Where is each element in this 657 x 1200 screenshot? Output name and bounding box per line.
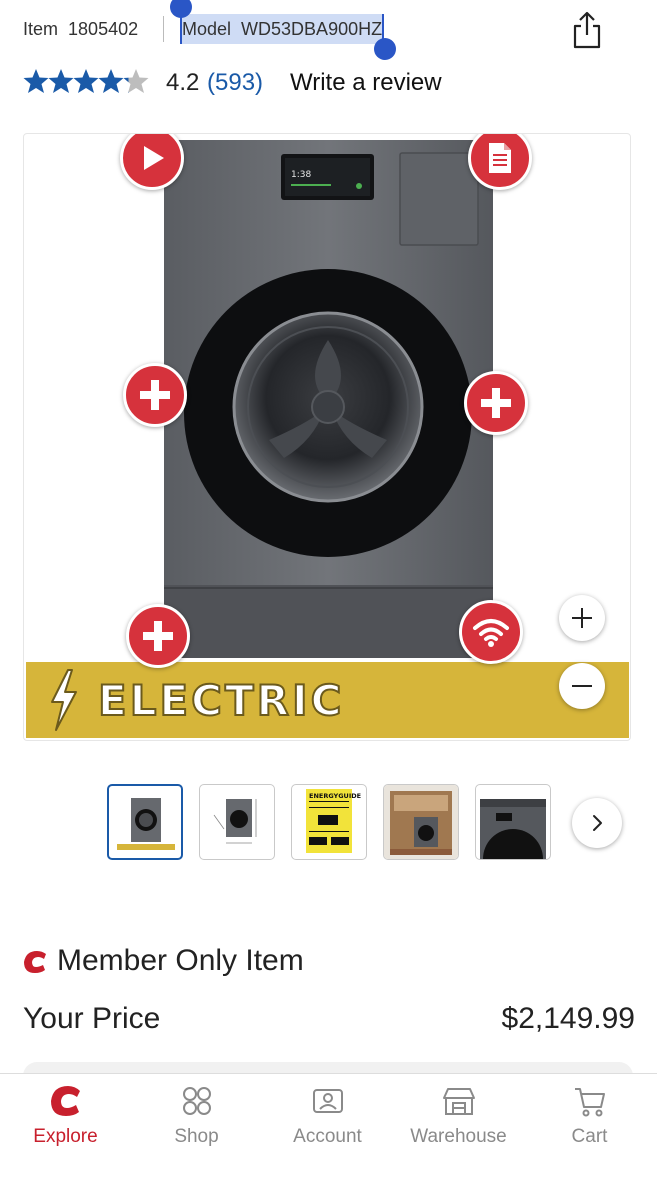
member-only-row: Member Only Item bbox=[23, 942, 623, 982]
washer-top-thumb-image bbox=[480, 799, 546, 859]
energy-guide-thumb-image: ENERGYGUIDE bbox=[306, 789, 361, 853]
wifi-hotspot[interactable] bbox=[459, 600, 523, 664]
tab-warehouse[interactable]: Warehouse bbox=[393, 1074, 524, 1174]
dimensions-thumb[interactable] bbox=[199, 784, 275, 860]
plus-icon bbox=[140, 380, 170, 410]
cart-icon bbox=[575, 1088, 605, 1117]
product-image-gallery[interactable]: 1:38 ELECTRIC bbox=[23, 133, 631, 741]
account-icon bbox=[313, 1089, 343, 1113]
selection-end-handle[interactable] bbox=[374, 38, 397, 60]
document-icon bbox=[489, 143, 511, 173]
review-count-link[interactable]: (593) bbox=[207, 69, 263, 97]
electric-banner: ELECTRIC bbox=[26, 662, 629, 738]
member-only-text: Member Only Item bbox=[57, 944, 304, 977]
zoom-out-icon bbox=[572, 685, 592, 687]
tab-shop[interactable]: Shop bbox=[131, 1074, 262, 1174]
product-header: Item 1805402 Model WD53DBA900HZ bbox=[0, 0, 657, 60]
star-icon bbox=[123, 69, 149, 93]
thumbnail-strip: ENERGYGUIDE bbox=[107, 784, 637, 862]
zoom-in-button[interactable] bbox=[559, 595, 605, 641]
selection-start-line bbox=[180, 14, 182, 44]
washer-product-image: 1:38 bbox=[164, 140, 493, 658]
washer-front-thumb[interactable] bbox=[107, 784, 183, 860]
energy-guide-thumb-label: ENERGYGUIDE bbox=[309, 792, 361, 800]
explore-icon bbox=[51, 1086, 80, 1116]
model-number[interactable]: Model WD53DBA900HZ bbox=[180, 14, 385, 44]
write-review-link[interactable]: Write a review bbox=[290, 69, 442, 97]
energy-guide-thumb[interactable]: ENERGYGUIDE bbox=[291, 784, 367, 860]
tab-account-label: Account bbox=[293, 1126, 362, 1147]
play-icon bbox=[144, 146, 164, 170]
model-number-selection[interactable]: Model WD53DBA900HZ bbox=[170, 0, 397, 60]
tab-cart[interactable]: Cart bbox=[524, 1074, 655, 1174]
model-number-value: WD53DBA900HZ bbox=[241, 19, 383, 39]
wifi-icon bbox=[473, 619, 509, 647]
item-label: Item bbox=[23, 19, 59, 39]
star-icon bbox=[98, 69, 124, 93]
tab-account[interactable]: Account bbox=[262, 1074, 393, 1174]
next-thumbnails-button[interactable] bbox=[572, 798, 622, 848]
zoom-out-button[interactable] bbox=[559, 663, 605, 709]
warehouse-icon bbox=[443, 1088, 475, 1115]
lifestyle-thumb[interactable] bbox=[383, 784, 459, 860]
tab-warehouse-label: Warehouse bbox=[410, 1126, 507, 1147]
item-number-value: 1805402 bbox=[68, 19, 139, 39]
rating-score: 4.2 bbox=[166, 69, 200, 96]
tab-cart-label: Cart bbox=[571, 1126, 608, 1147]
item-number: Item 1805402 bbox=[23, 19, 138, 40]
lifestyle-thumb-image bbox=[384, 785, 458, 859]
price-label: Your Price bbox=[23, 1002, 161, 1035]
dimensions-thumb-image bbox=[213, 799, 257, 844]
share-icon[interactable] bbox=[570, 10, 604, 50]
tab-explore-label: Explore bbox=[33, 1126, 98, 1147]
costco-c-logo-icon bbox=[24, 951, 46, 973]
electric-banner-text: ELECTRIC bbox=[97, 675, 345, 726]
shop-icon bbox=[183, 1087, 211, 1115]
chevron-right-icon bbox=[593, 815, 602, 831]
tab-shop-label: Shop bbox=[174, 1126, 219, 1147]
feature-hotspot-bottom[interactable] bbox=[126, 604, 190, 668]
document-hotspot[interactable] bbox=[468, 134, 532, 190]
header-divider bbox=[163, 16, 164, 42]
star-icon bbox=[23, 69, 49, 93]
plus-icon bbox=[143, 621, 173, 651]
zoom-in-icon bbox=[572, 608, 592, 628]
washer-front-thumb-image bbox=[117, 798, 175, 850]
tab-explore[interactable]: Explore bbox=[0, 1074, 131, 1174]
model-label: Model bbox=[182, 19, 232, 39]
price-row: Your Price $2,149.99 bbox=[23, 1000, 635, 1040]
plus-icon bbox=[481, 388, 511, 418]
star-icon bbox=[73, 69, 99, 93]
feature-hotspot-left[interactable] bbox=[123, 363, 187, 427]
star-icon bbox=[48, 69, 74, 93]
feature-hotspot-right[interactable] bbox=[464, 371, 528, 435]
rating-row: 4.2 (593) Write a review bbox=[23, 64, 643, 100]
price-value: $2,149.99 bbox=[501, 1002, 635, 1035]
lightning-bolt-icon bbox=[51, 669, 77, 731]
washer-top-thumb[interactable] bbox=[475, 784, 551, 860]
washer-display-time: 1:38 bbox=[291, 170, 311, 180]
bottom-tab-bar: Explore Shop Account Warehouse Cart bbox=[0, 1073, 657, 1200]
star-rating[interactable] bbox=[23, 68, 149, 96]
